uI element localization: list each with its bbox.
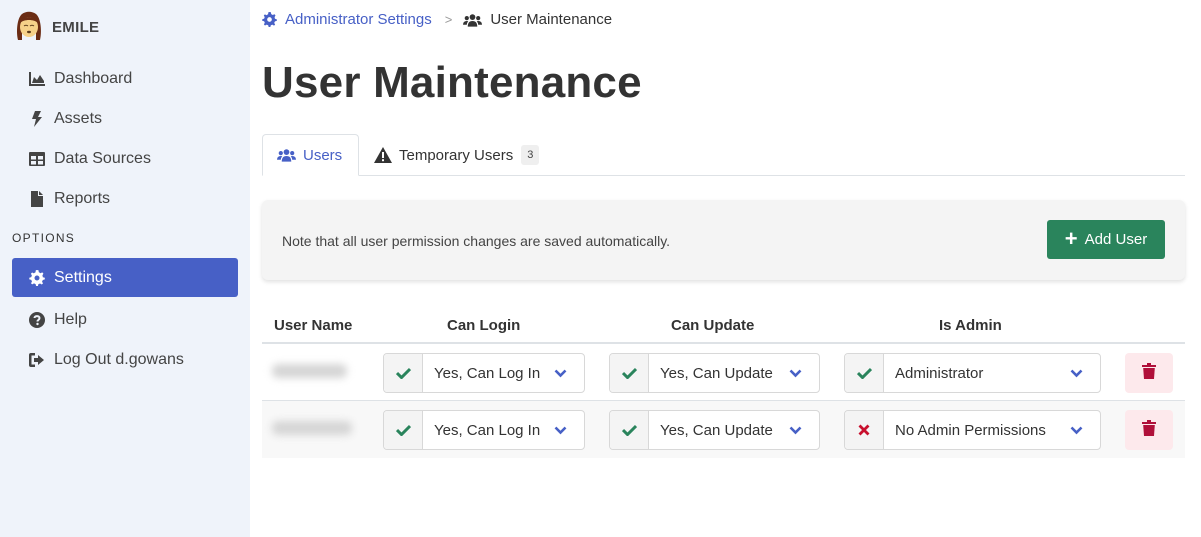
column-header-can-login: Can Login [447, 317, 521, 334]
column-header-is-admin: Is Admin [939, 317, 1002, 334]
breadcrumb-parent-label: Administrator Settings [285, 11, 432, 28]
plus-icon: + [1064, 225, 1078, 251]
is-admin-select[interactable]: Administrator [844, 353, 1101, 393]
add-user-button[interactable]: + Add User [1047, 220, 1165, 259]
page-title: User Maintenance [262, 58, 642, 107]
sidebar-item-data-sources[interactable]: Data Sources [12, 139, 238, 178]
chevron-down-icon [1070, 426, 1100, 435]
delete-user-button[interactable] [1125, 410, 1173, 450]
bolt-icon [28, 110, 46, 128]
gear-icon [262, 12, 277, 27]
notice-text: Note that all user permission changes ar… [282, 233, 671, 249]
select-value: Yes, Can Update [660, 364, 773, 382]
can-update-select[interactable]: Yes, Can Update [609, 353, 820, 393]
tab-temporary-users[interactable]: Temporary Users 3 [374, 134, 540, 176]
check-icon [610, 411, 649, 449]
column-header-can-update: Can Update [671, 317, 755, 334]
chart-area-icon [28, 70, 46, 88]
sign-out-icon [28, 351, 46, 369]
select-value: Yes, Can Log In [434, 421, 541, 439]
select-value: Yes, Can Log In [434, 364, 541, 382]
user-name-blurred [272, 421, 352, 435]
add-user-label: Add User [1084, 231, 1148, 248]
tab-users[interactable]: Users [262, 134, 359, 176]
sidebar-item-label: Dashboard [54, 69, 133, 87]
sidebar-item-assets[interactable]: Assets [12, 99, 238, 138]
users-table: User Name Can Login Can Update Is Admin … [262, 310, 1185, 458]
tab-bar: Users Temporary Users 3 [262, 134, 1185, 176]
user-name-blurred [272, 364, 347, 378]
table-icon [28, 150, 46, 168]
trash-icon [1142, 362, 1156, 384]
sidebar-item-dashboard[interactable]: Dashboard [12, 59, 238, 98]
brand[interactable]: EMILE [14, 10, 99, 44]
select-value: Administrator [895, 364, 984, 382]
trash-icon [1142, 419, 1156, 441]
sidebar-item-reports[interactable]: Reports [12, 179, 238, 218]
chevron-down-icon [789, 369, 819, 378]
users-icon [463, 13, 483, 27]
sidebar-item-settings[interactable]: Settings [12, 258, 238, 297]
breadcrumb-separator: > [444, 12, 453, 27]
check-icon [384, 411, 423, 449]
breadcrumb-current-label: User Maintenance [490, 11, 613, 28]
sidebar-item-logout[interactable]: Log Out d.gowans [12, 340, 238, 379]
gear-icon [28, 269, 46, 287]
sidebar-item-label: Data Sources [54, 149, 151, 167]
table-row: Yes, Can Log In Yes, Can Update No Admin… [262, 401, 1185, 458]
check-icon [610, 354, 649, 392]
brand-name: EMILE [52, 18, 100, 36]
sidebar: EMILE Dashboard Assets Data Sources Repo… [0, 0, 250, 537]
check-icon [845, 354, 884, 392]
can-login-select[interactable]: Yes, Can Log In [383, 410, 585, 450]
breadcrumb-current: User Maintenance [463, 11, 612, 28]
check-icon [384, 354, 423, 392]
notice-panel: Note that all user permission changes ar… [262, 200, 1185, 280]
x-icon [845, 411, 884, 449]
breadcrumb: Administrator Settings > User Maintenanc… [262, 11, 612, 28]
select-value: No Admin Permissions [895, 421, 1046, 439]
tab-label: Temporary Users [399, 146, 514, 164]
breadcrumb-link-administrator-settings[interactable]: Administrator Settings [262, 11, 432, 28]
table-header: User Name Can Login Can Update Is Admin [262, 310, 1185, 344]
chevron-down-icon [554, 426, 584, 435]
tab-label: Users [303, 146, 343, 164]
can-update-select[interactable]: Yes, Can Update [609, 410, 820, 450]
sidebar-item-label: Assets [54, 109, 103, 127]
file-icon [28, 190, 46, 208]
is-admin-select[interactable]: No Admin Permissions [844, 410, 1101, 450]
count-badge: 3 [521, 145, 540, 165]
chevron-down-icon [554, 369, 584, 378]
warning-icon [374, 147, 392, 163]
users-icon [277, 148, 296, 162]
chevron-down-icon [789, 426, 819, 435]
section-label-options: OPTIONS [12, 231, 76, 245]
can-login-select[interactable]: Yes, Can Log In [383, 353, 585, 393]
sidebar-item-label: Log Out d.gowans [54, 350, 184, 368]
question-circle-icon [28, 311, 46, 329]
chevron-down-icon [1070, 369, 1100, 378]
sidebar-item-label: Help [54, 310, 87, 328]
sidebar-item-label: Settings [54, 268, 112, 286]
avatar-icon [17, 11, 41, 40]
sidebar-item-help[interactable]: Help [12, 300, 238, 339]
column-header-user-name: User Name [274, 317, 353, 334]
table-row: Yes, Can Log In Yes, Can Update Administ… [262, 344, 1185, 401]
delete-user-button[interactable] [1125, 353, 1173, 393]
select-value: Yes, Can Update [660, 421, 773, 439]
sidebar-item-label: Reports [54, 189, 111, 207]
